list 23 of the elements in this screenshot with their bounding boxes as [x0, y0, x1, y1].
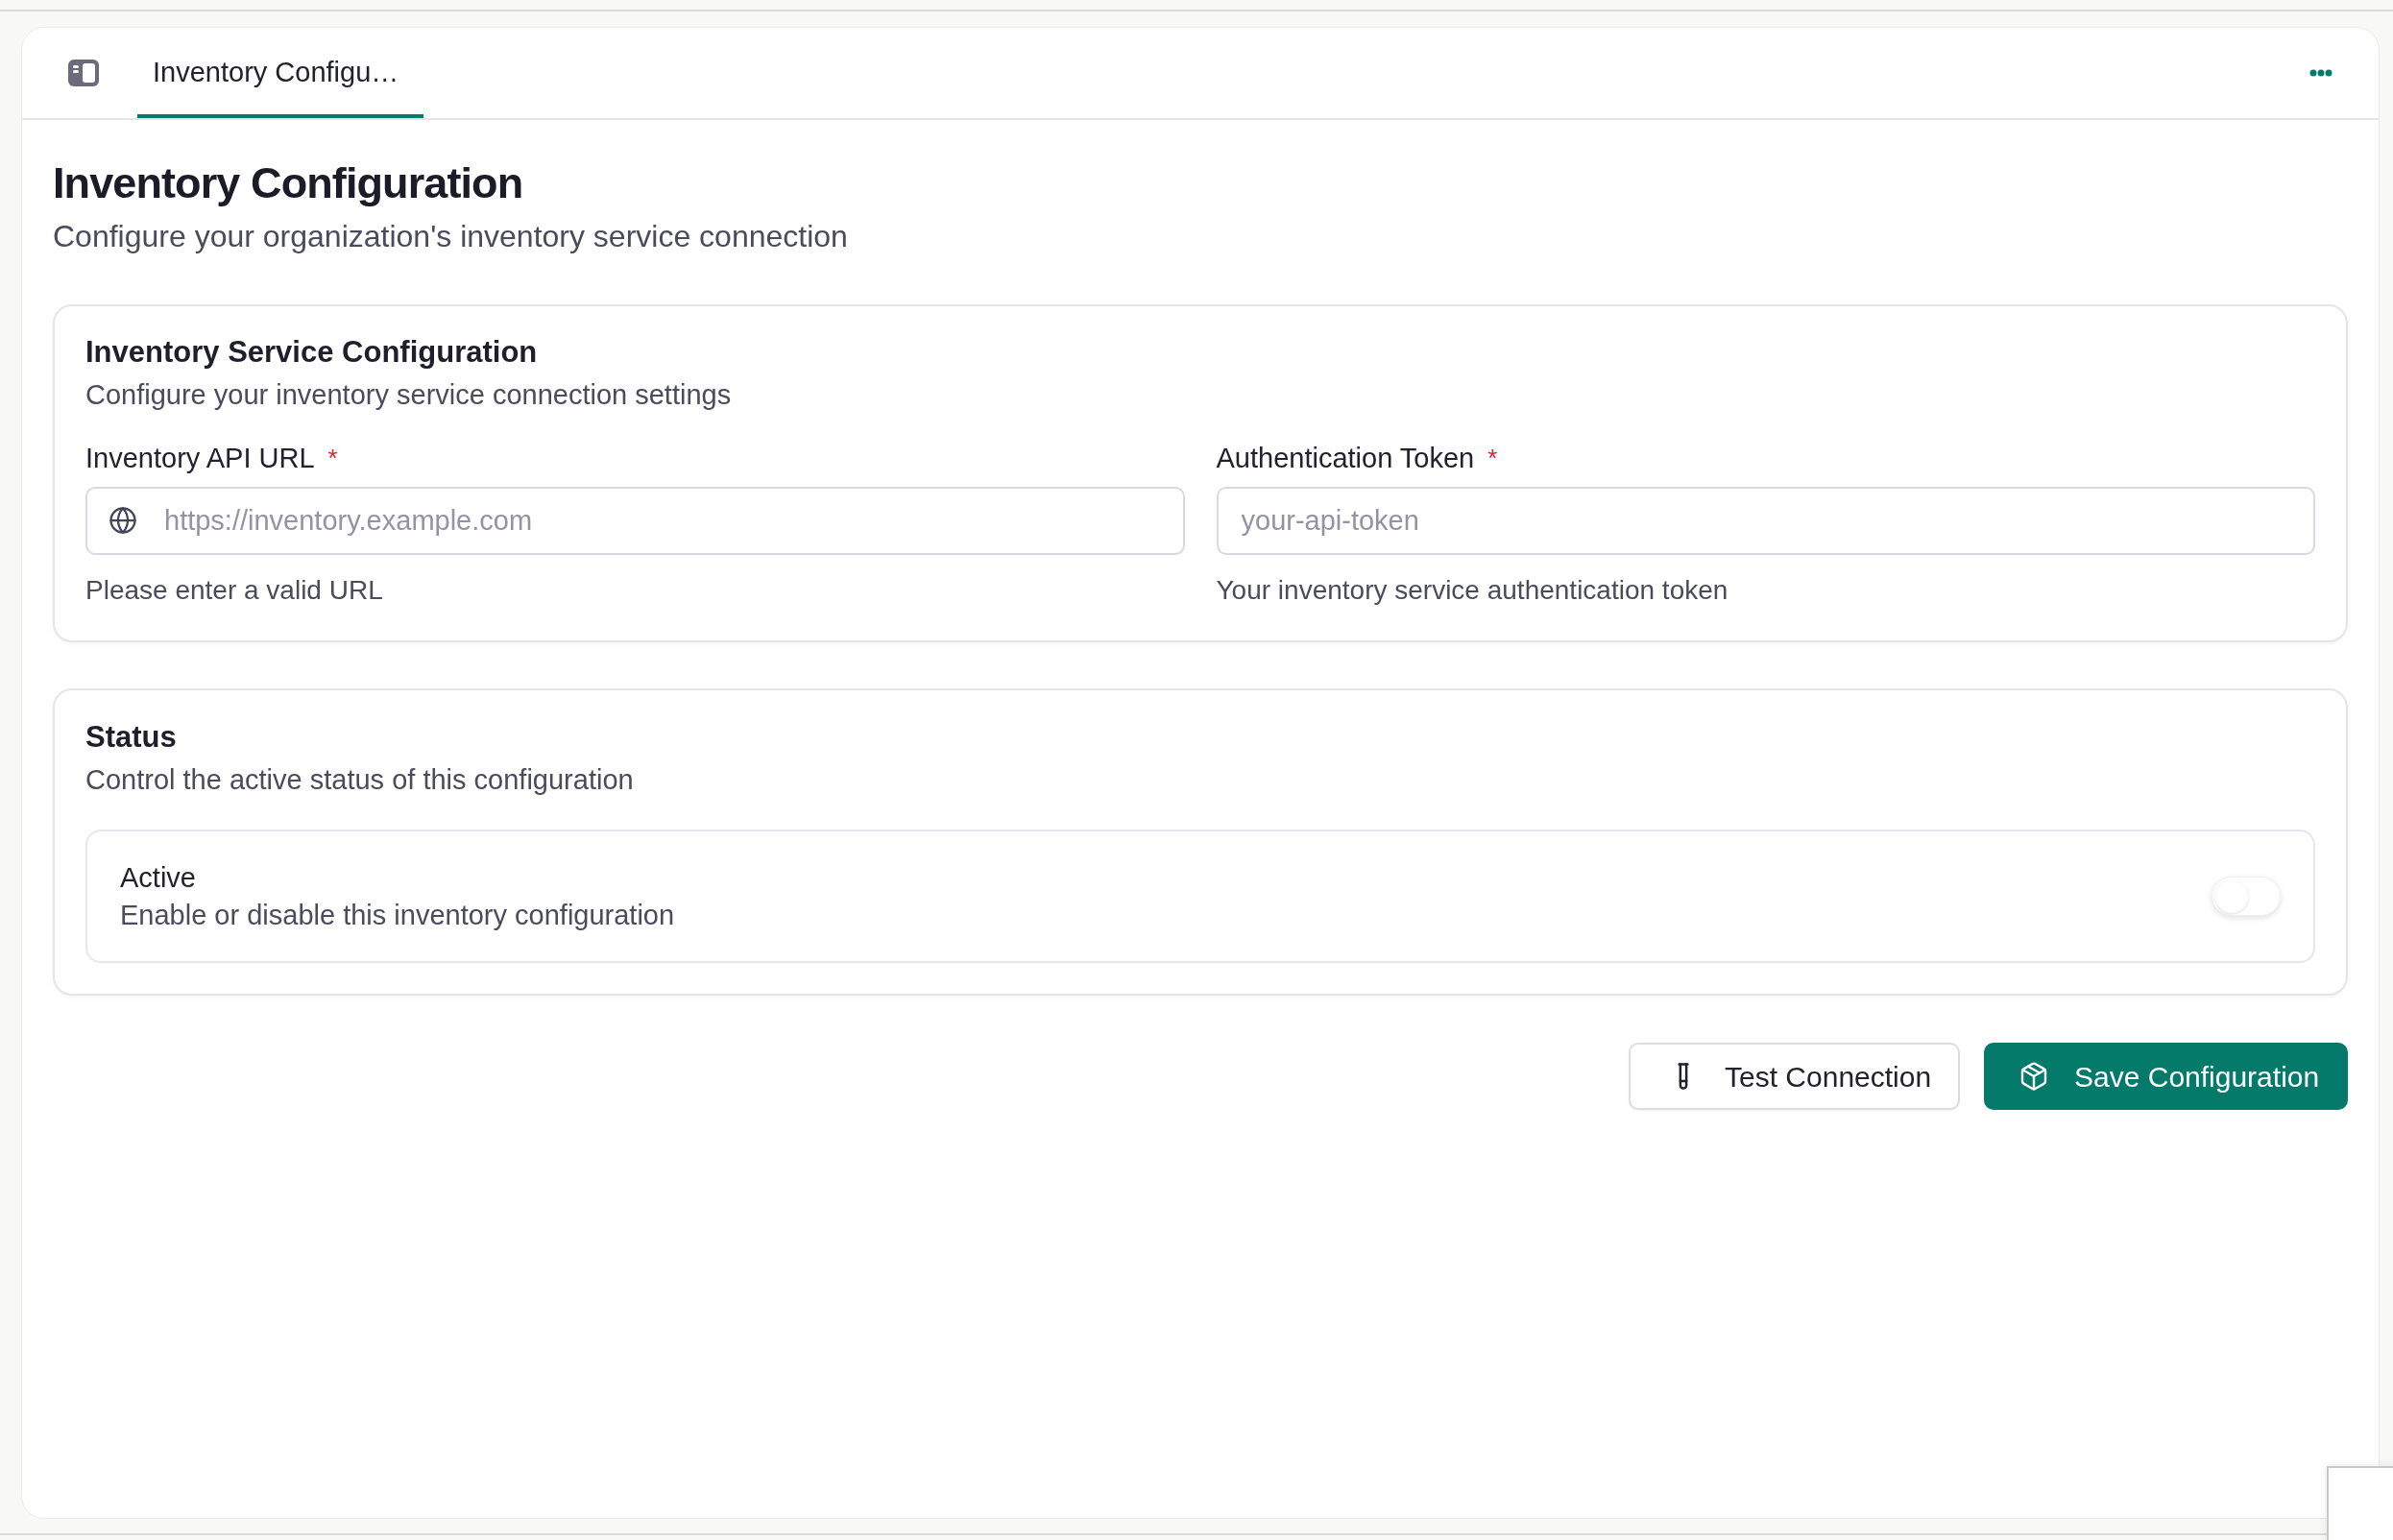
- sidebar-toggle-icon[interactable]: [68, 60, 99, 86]
- field-help-text: Please enter a valid URL: [85, 574, 383, 607]
- test-connection-button[interactable]: Test Connection: [1629, 1043, 1960, 1110]
- card-title: Status: [85, 719, 177, 756]
- page-title: Inventory Configuration: [53, 157, 523, 209]
- globe-icon: [109, 506, 137, 535]
- field-label: Authentication Token: [1216, 442, 1475, 475]
- field-label: Inventory API URL: [85, 442, 315, 475]
- field-help-text: Your inventory service authentication token: [1216, 574, 1728, 607]
- token-input-field[interactable]: your-api-token: [1216, 487, 2315, 555]
- required-mark: *: [1487, 444, 1498, 472]
- card-description: Configure your inventory service connection settings: [85, 378, 732, 412]
- card-description: Control the active status of this configuration: [85, 763, 634, 797]
- toggle-description: Enable or disable this inventory configuration: [120, 899, 675, 932]
- toggle-label: Active: [120, 861, 196, 895]
- save-configuration-button[interactable]: Save Configuration: [1984, 1043, 2348, 1110]
- url-input-field[interactable]: https://inventory.example.com: [85, 487, 1185, 555]
- more-options-icon[interactable]: [2309, 69, 2333, 77]
- card-title: Inventory Service Configuration: [85, 334, 538, 371]
- tab[interactable]: Inventory Configu…: [137, 28, 424, 118]
- required-mark: *: [327, 444, 338, 472]
- package-icon: [2018, 1061, 2049, 1092]
- page-subtitle: Configure your organization's inventory service connection: [53, 218, 848, 255]
